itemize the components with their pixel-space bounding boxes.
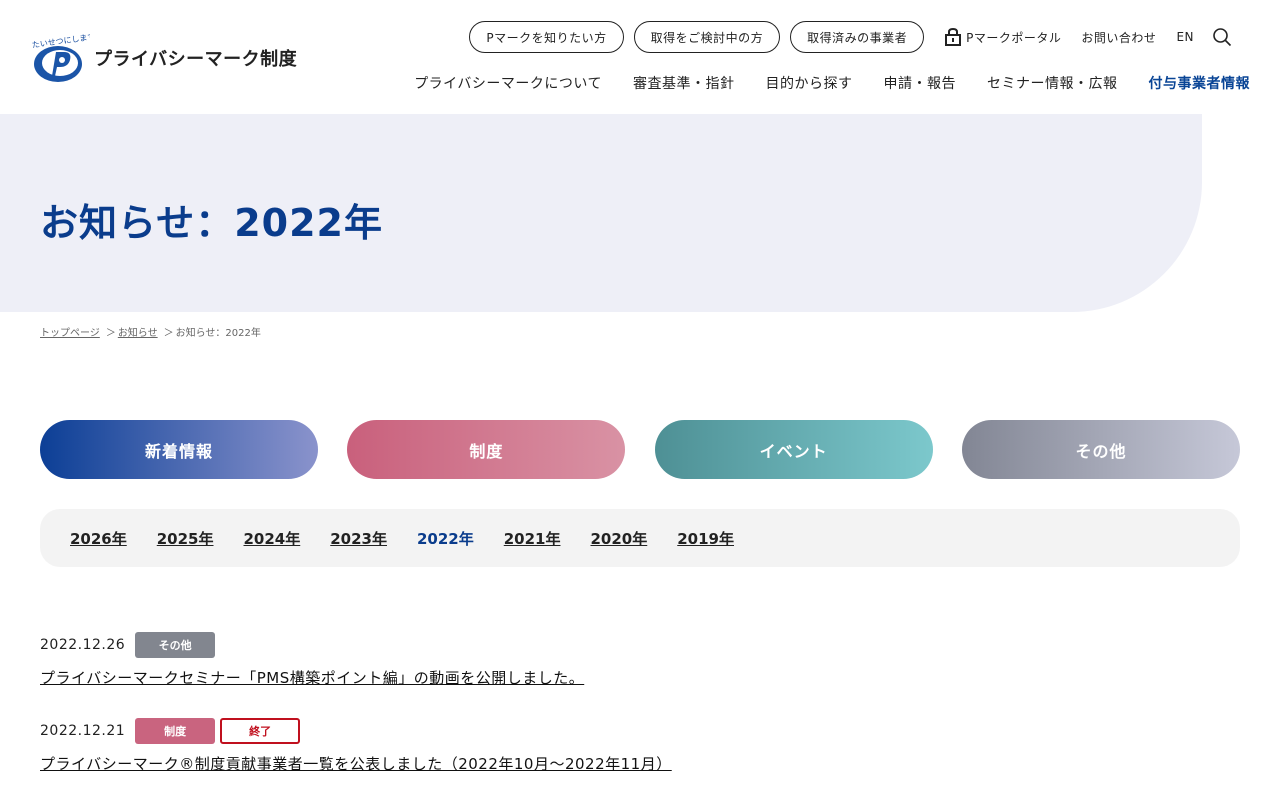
contact-link[interactable]: お問い合わせ — [1081, 29, 1156, 46]
nav-purpose[interactable]: 目的から探す — [766, 73, 853, 93]
lock-icon — [945, 28, 962, 46]
site-logo[interactable]: たいせつにしますプライバシー プライバシーマーク制度 — [30, 30, 297, 86]
tag-other-badge: その他 — [135, 632, 216, 658]
nav-about[interactable]: プライバシーマークについて — [414, 73, 602, 93]
portal-link[interactable]: Pマークポータル — [944, 28, 1061, 46]
year-tab-2025[interactable]: 2025年 — [157, 528, 214, 549]
main-nav: プライバシーマークについて 審査基準・指針 目的から探す 申請・報告 セミナー情… — [383, 73, 1250, 93]
tag-system-badge: 制度 — [135, 718, 216, 744]
year-tab-2021[interactable]: 2021年 — [504, 528, 561, 549]
breadcrumb: トップページ ＞ お知らせ ＞ お知らせ：2022年 — [40, 324, 261, 339]
news-title-link[interactable]: プライバシーマーク®制度貢献事業者一覧を公表しました（2022年10月～2022… — [40, 753, 672, 774]
year-tab-2020[interactable]: 2020年 — [591, 528, 648, 549]
news-date: 2022.12.21 — [40, 723, 126, 739]
link-considering[interactable]: 取得をご検討中の方 — [633, 21, 781, 53]
nav-application[interactable]: 申請・報告 — [884, 73, 957, 93]
breadcrumb-current: お知らせ：2022年 — [175, 328, 261, 339]
nav-certified-info[interactable]: 付与事業者情報 — [1149, 73, 1251, 93]
news-date: 2022.12.26 — [40, 637, 126, 653]
list-item: 2022.12.21 制度 終了 プライバシーマーク®制度貢献事業者一覧を公表し… — [40, 718, 1240, 774]
link-want-to-know[interactable]: Pマークを知りたい方 — [469, 21, 624, 53]
link-certified[interactable]: 取得済みの事業者 — [790, 21, 925, 53]
year-tab-2022[interactable]: 2022年 — [417, 528, 474, 549]
news-meta: 2022.12.21 制度 終了 — [40, 718, 1240, 744]
category-other-button[interactable]: その他 — [961, 420, 1240, 479]
breadcrumb-news[interactable]: お知らせ — [118, 324, 158, 339]
year-tab-2024[interactable]: 2024年 — [244, 528, 301, 549]
nav-seminar[interactable]: セミナー情報・広報 — [987, 73, 1118, 93]
breadcrumb-separator: ＞ — [163, 328, 174, 339]
language-link[interactable]: EN — [1176, 30, 1194, 44]
category-filter: 新着情報 制度 イベント その他 — [40, 420, 1240, 479]
logo-text: プライバシーマーク制度 — [94, 49, 298, 70]
breadcrumb-separator: ＞ — [105, 328, 116, 339]
page-hero: お知らせ：2022年 — [0, 114, 1202, 312]
year-tabs: 2026年 2025年 2024年 2023年 2022年 2021年 2020… — [40, 509, 1240, 567]
breadcrumb-home[interactable]: トップページ — [40, 324, 100, 339]
year-tab-2023[interactable]: 2023年 — [330, 528, 387, 549]
privacy-mark-logo-icon: たいせつにしますプライバシー — [31, 30, 90, 82]
year-tab-2019[interactable]: 2019年 — [677, 528, 734, 549]
page-title: お知らせ：2022年 — [40, 201, 384, 245]
news-meta: 2022.12.26 その他 — [40, 632, 1240, 658]
portal-label: Pマークポータル — [966, 30, 1062, 45]
site-header: たいせつにしますプライバシー プライバシーマーク制度 Pマークを知りたい方 取得… — [0, 0, 1280, 114]
news-list: 2022.12.26 その他 プライバシーマークセミナー「PMS構築ポイント編」… — [40, 632, 1240, 800]
news-title-link[interactable]: プライバシーマークセミナー「PMS構築ポイント編」の動画を公開しました。 — [40, 667, 584, 688]
utility-nav: Pマークを知りたい方 取得をご検討中の方 取得済みの事業者 Pマークポータル お… — [459, 21, 1232, 53]
year-tab-2026[interactable]: 2026年 — [70, 528, 127, 549]
nav-criteria[interactable]: 審査基準・指針 — [633, 73, 735, 93]
category-event-button[interactable]: イベント — [654, 420, 933, 479]
tag-ended-badge: 終了 — [220, 718, 301, 744]
category-new-button[interactable]: 新着情報 — [40, 420, 318, 479]
list-item: 2022.12.26 その他 プライバシーマークセミナー「PMS構築ポイント編」… — [40, 632, 1240, 688]
category-system-button[interactable]: 制度 — [347, 420, 626, 479]
search-icon[interactable] — [1212, 27, 1232, 47]
